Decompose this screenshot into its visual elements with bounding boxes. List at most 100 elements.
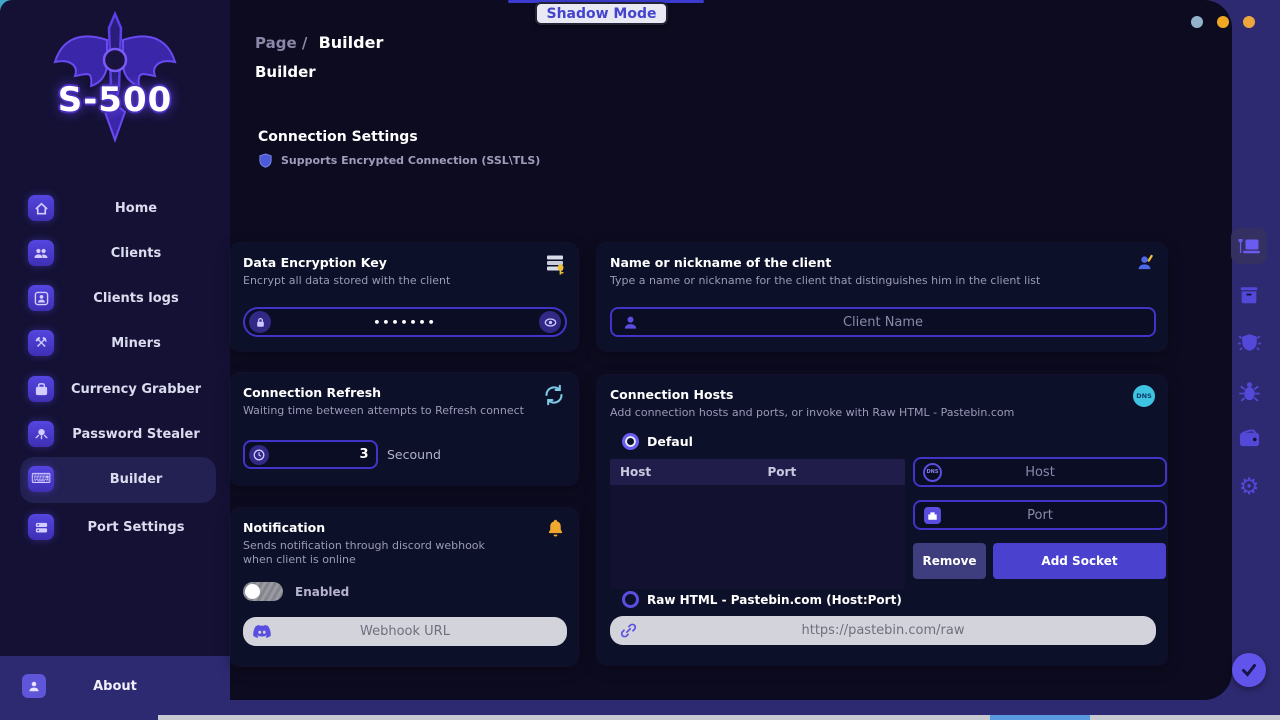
sidebar-item-label: Builder: [109, 472, 163, 487]
card-subtitle: Waiting time between attempts to Refresh…: [243, 404, 524, 417]
dns-globe-icon: DNS: [923, 462, 942, 482]
link-icon: [620, 622, 637, 639]
host-input-group: DNS: [913, 457, 1167, 487]
webhook-url-input[interactable]: [275, 624, 535, 639]
port-input[interactable]: [946, 507, 1134, 523]
shield-icon: [259, 153, 272, 168]
radio-default-row[interactable]: Defaul: [622, 433, 693, 450]
sidebar-item-label: Clients logs: [93, 291, 179, 306]
breadcrumb-separator: /: [301, 34, 308, 52]
shadow-mode-tooltip: Shadow Mode: [535, 2, 668, 25]
breadcrumb: Page / Builder: [255, 33, 383, 52]
radio-raw-html[interactable]: [622, 591, 639, 608]
card-subtitle: Sends notification through discord webho…: [243, 539, 485, 566]
about-label: About: [93, 678, 137, 694]
radio-default-label: Defaul: [647, 434, 693, 449]
sidebar-item-password-stealer[interactable]: Password Stealer: [0, 412, 230, 457]
sidebar-item-home[interactable]: Home: [0, 186, 230, 231]
discord-icon: [253, 624, 271, 639]
webhook-input-group: [243, 617, 567, 646]
window-maximize-button[interactable]: [1217, 16, 1229, 28]
window-minimize-button[interactable]: [1191, 16, 1203, 28]
rail-builder-food-icon[interactable]: [1231, 228, 1267, 264]
taskbar-strip: [158, 715, 1280, 720]
user-log-icon: [28, 285, 54, 311]
hosts-table-body[interactable]: [610, 485, 905, 589]
dns-badge-icon: DNS: [1133, 385, 1155, 407]
rail-shield-bug-icon[interactable]: [1231, 325, 1267, 361]
section-title: Connection Settings: [258, 129, 418, 145]
sidebar-item-label: Password Stealer: [72, 427, 200, 442]
add-socket-button[interactable]: Add Socket: [993, 543, 1166, 579]
card-title: Connection Refresh: [243, 385, 382, 400]
app-logo: S-500: [35, 8, 195, 148]
refresh-seconds-input-group: [243, 440, 455, 469]
sidebar-item-port-settings[interactable]: Port Settings: [0, 505, 230, 550]
about-person-icon: [22, 674, 46, 698]
home-icon: [28, 195, 54, 221]
rail-gear-icon[interactable]: ⚙: [1231, 469, 1267, 505]
radio-raw-label: Raw HTML - Pastebin.com (Host:Port): [647, 592, 902, 607]
breadcrumb-current: Builder: [318, 33, 384, 52]
person-icon: [622, 314, 639, 331]
sidebar-item-miners[interactable]: ⚒ Miners: [0, 321, 230, 366]
sidebar-item-clients[interactable]: Clients: [0, 231, 230, 276]
sidebar-item-builder[interactable]: ⌨ Builder: [0, 457, 230, 503]
radio-raw-row[interactable]: Raw HTML - Pastebin.com (Host:Port): [622, 591, 902, 608]
hosts-header-host: Host: [620, 465, 652, 479]
refresh-icon: [542, 383, 566, 411]
sidebar-item-label: Port Settings: [87, 520, 185, 535]
eye-icon[interactable]: [539, 311, 561, 333]
seconds-unit-label: Secound: [387, 447, 441, 462]
section-subtitle: Supports Encrypted Connection (SSL\TLS): [281, 154, 541, 167]
user-edit-icon: [1136, 253, 1155, 276]
pickaxe-icon: ⚒: [28, 330, 54, 356]
card-subtitle: Add connection hosts and ports, or invok…: [610, 406, 1015, 419]
page-title: Builder: [255, 63, 316, 81]
client-name-input[interactable]: [643, 314, 1123, 330]
card-connection-refresh: Connection Refresh Waiting time between …: [230, 373, 578, 485]
radio-default[interactable]: [622, 433, 639, 450]
sidebar-item-about[interactable]: About: [0, 672, 230, 708]
card-title: Connection Hosts: [610, 387, 734, 402]
hosts-table-header: Host Port: [610, 459, 905, 485]
pastebin-input-group: [610, 616, 1156, 645]
card-title: Data Encryption Key: [243, 255, 387, 270]
card-notification: Notification Sends notification through …: [230, 508, 578, 666]
confirm-check-button[interactable]: [1232, 653, 1266, 687]
card-connection-hosts: Connection Hosts Add connection hosts an…: [597, 375, 1167, 665]
rail-wallet-icon[interactable]: [1231, 420, 1267, 456]
database-key-icon: [544, 253, 566, 279]
server-icon: [28, 514, 54, 540]
keyboard-icon: ⌨: [28, 466, 54, 492]
clock-icon: [249, 444, 269, 465]
sidebar-item-clients-logs[interactable]: Clients logs: [0, 276, 230, 321]
card-client-name: Name or nickname of the client Type a na…: [597, 243, 1167, 351]
notification-toggle[interactable]: [243, 582, 283, 601]
card-subtitle: Encrypt all data stored with the client: [243, 274, 451, 287]
window-close-button[interactable]: [1243, 16, 1255, 28]
rail-archive-icon[interactable]: [1231, 277, 1267, 313]
card-data-encryption-key: Data Encryption Key Encrypt all data sto…: [230, 243, 578, 351]
pastebin-url-input[interactable]: [641, 623, 1125, 638]
octopus-icon: [28, 421, 54, 447]
wallet-icon: [28, 376, 54, 402]
logo-text: S-500: [57, 80, 173, 120]
section-subtitle-row: Supports Encrypted Connection (SSL\TLS): [258, 153, 540, 168]
hosts-table: Host Port: [610, 459, 905, 589]
sidebar-item-currency-grabber[interactable]: Currency Grabber: [0, 367, 230, 412]
port-input-group: [913, 500, 1167, 530]
breadcrumb-root[interactable]: Page: [255, 34, 297, 52]
card-title: Notification: [243, 520, 326, 535]
host-input[interactable]: [946, 464, 1134, 480]
hosts-header-port: Port: [767, 465, 797, 479]
users-icon: [28, 240, 54, 266]
taskbar-accent: [990, 715, 1090, 720]
rail-bug-icon[interactable]: [1231, 373, 1267, 409]
bell-icon: [545, 518, 566, 543]
remove-button[interactable]: Remove: [913, 543, 986, 579]
encryption-key-input-group: [243, 307, 567, 337]
lock-icon: [249, 311, 271, 333]
toggle-knob: [245, 584, 260, 599]
encryption-key-input[interactable]: [275, 315, 535, 329]
